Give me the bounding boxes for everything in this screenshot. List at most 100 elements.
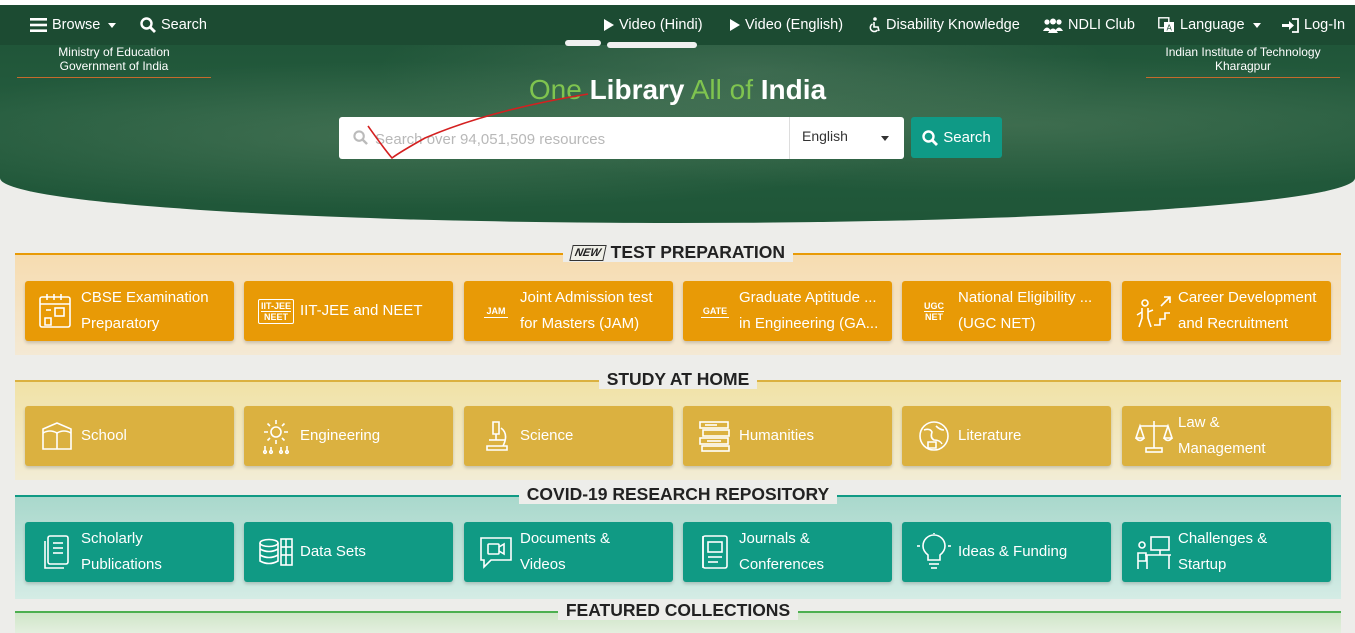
video-english-link[interactable]: Video (English) xyxy=(730,5,843,45)
scales-icon xyxy=(1134,421,1174,453)
card-ideas-funding[interactable]: Ideas & Funding xyxy=(902,522,1111,582)
books-icon xyxy=(699,421,730,452)
ndli-logo xyxy=(565,32,735,48)
video-english-label: Video (English) xyxy=(745,17,844,33)
card-label: Graduate Aptitude ... in Engineering (GA… xyxy=(739,289,879,332)
iit-jee-neet-icon: IIT-JEE NEET xyxy=(257,298,294,324)
card-label: Humanities xyxy=(739,427,815,444)
covid-repository-section: COVID-19 RESEARCH REPOSITORY Scholarly P… xyxy=(15,482,1341,599)
users-group-icon xyxy=(1043,18,1063,33)
chevron-down-icon xyxy=(108,22,117,28)
ndli-club-label: NDLI Club xyxy=(1068,17,1135,33)
card-engineering[interactable]: Engineering xyxy=(244,406,453,466)
card-challenges-startup[interactable]: Challenges & Startup xyxy=(1122,522,1331,582)
language-label: Language xyxy=(1180,17,1245,33)
card-label: Joint Admission test for Masters (JAM) xyxy=(520,289,653,332)
login-icon xyxy=(1282,17,1299,33)
search-icon xyxy=(922,129,939,146)
card-documents-videos[interactable]: Documents & Videos xyxy=(464,522,673,582)
card-literature[interactable]: Literature xyxy=(902,406,1111,466)
ndli-club-link[interactable]: NDLI Club xyxy=(1043,5,1135,45)
language-icon: A xyxy=(1158,17,1174,33)
chevron-down-icon xyxy=(1252,22,1261,28)
ministry-line1: Ministry of Education xyxy=(58,45,170,59)
career-ladder-icon xyxy=(1136,296,1171,328)
card-law-management[interactable]: Law & Management xyxy=(1122,406,1331,466)
search-language-value: English xyxy=(802,128,848,144)
card-cbse[interactable]: CBSE Examination Preparatory xyxy=(25,281,234,341)
svg-text:A: A xyxy=(1167,24,1173,33)
iit-line2: Kharagpur xyxy=(1214,59,1272,73)
engineering-gear-icon xyxy=(262,420,290,455)
featured-collections-section: FEATURED COLLECTIONS xyxy=(15,598,1341,633)
card-label: Data Sets xyxy=(300,543,366,560)
video-chat-icon xyxy=(480,537,512,569)
search-icon xyxy=(140,17,156,33)
card-ugc-net[interactable]: UGC NET National Eligibility ... (UGC NET… xyxy=(902,281,1111,341)
disability-knowledge-link[interactable]: Disability Knowledge xyxy=(869,5,1020,45)
card-label: Literature xyxy=(958,427,1022,444)
hamburger-icon xyxy=(30,18,47,32)
login-label: Log-In xyxy=(1304,17,1346,33)
card-gate[interactable]: GATE Graduate Aptitude ... in Engineerin… xyxy=(683,281,892,341)
section-title: TEST PREPARATION xyxy=(610,242,786,262)
browse-menu[interactable]: Browse xyxy=(30,5,117,45)
search-language-select[interactable]: English xyxy=(789,117,905,159)
search-link-label: Search xyxy=(161,17,207,33)
microscope-icon xyxy=(486,421,508,451)
iit-line1: Indian Institute of Technology xyxy=(1165,45,1321,59)
card-label: CBSE Examination Preparatory xyxy=(81,289,209,332)
section-title: FEATURED COLLECTIONS xyxy=(557,600,799,620)
card-jam[interactable]: JAM Joint Admission test for Masters (JA… xyxy=(464,281,673,341)
card-career[interactable]: Career Development and Recruitment xyxy=(1122,281,1331,341)
search-button-label: Search xyxy=(943,129,991,146)
test-preparation-section: NEW TEST PREPARATION CBSE Examination Pre… xyxy=(15,240,1341,356)
lightbulb-icon xyxy=(917,533,951,569)
startup-desk-icon xyxy=(1137,536,1171,569)
section-heading: NEW TEST PREPARATION xyxy=(15,242,1341,263)
card-scholarly-publications[interactable]: Scholarly Publications xyxy=(25,522,234,582)
card-label: Documents & Videos xyxy=(520,530,611,573)
section-heading: FEATURED COLLECTIONS xyxy=(15,600,1341,621)
language-menu[interactable]: A Language xyxy=(1158,5,1261,45)
section-title: COVID-19 RESEARCH REPOSITORY xyxy=(518,484,838,504)
ministry-line2: Government of India xyxy=(59,59,169,73)
section-title: STUDY AT HOME xyxy=(598,369,758,389)
study-at-home-section: STUDY AT HOME School Engineering Science… xyxy=(15,367,1341,480)
card-label: Law & Management xyxy=(1178,414,1266,457)
card-iit-jee-neet[interactable]: IIT-JEE NEET IIT-JEE and NEET xyxy=(244,281,453,341)
login-link[interactable]: Log-In xyxy=(1282,5,1345,45)
chevron-down-icon xyxy=(881,136,889,141)
play-icon xyxy=(730,19,740,31)
card-label: Science xyxy=(520,427,574,444)
publication-icon xyxy=(44,535,69,569)
new-badge: NEW xyxy=(569,245,607,261)
red-annotation-scribble xyxy=(367,93,589,160)
card-label: Ideas & Funding xyxy=(958,543,1068,560)
card-humanities[interactable]: Humanities xyxy=(683,406,892,466)
card-label: Scholarly Publications xyxy=(81,530,162,573)
ugc-net-icon: UGC NET xyxy=(924,300,944,322)
globe-book-icon xyxy=(919,421,949,451)
calendar-exam-icon xyxy=(39,294,71,328)
card-label: School xyxy=(81,427,127,444)
card-school[interactable]: School xyxy=(25,406,234,466)
gate-icon: GATE xyxy=(700,305,730,318)
card-label: Career Development and Recruitment xyxy=(1178,289,1317,332)
card-label: Engineering xyxy=(300,427,381,444)
search-link[interactable]: Search xyxy=(140,5,207,45)
school-icon xyxy=(42,422,72,450)
card-label: National Eligibility ... (UGC NET) xyxy=(958,289,1093,332)
card-label: Challenges & Startup xyxy=(1178,530,1268,573)
card-journals-conferences[interactable]: Journals & Conferences xyxy=(683,522,892,582)
card-data-sets[interactable]: Data Sets xyxy=(244,522,453,582)
disability-label: Disability Knowledge xyxy=(886,17,1020,33)
database-icon xyxy=(259,538,293,566)
card-science[interactable]: Science xyxy=(464,406,673,466)
video-hindi-label: Video (Hindi) xyxy=(619,17,703,33)
search-button[interactable]: Search xyxy=(911,117,1002,158)
section-heading: COVID-19 RESEARCH REPOSITORY xyxy=(15,484,1341,505)
section-heading: STUDY AT HOME xyxy=(15,369,1341,390)
tagline-word: India xyxy=(760,74,827,105)
card-label: Journals & Conferences xyxy=(739,530,825,573)
